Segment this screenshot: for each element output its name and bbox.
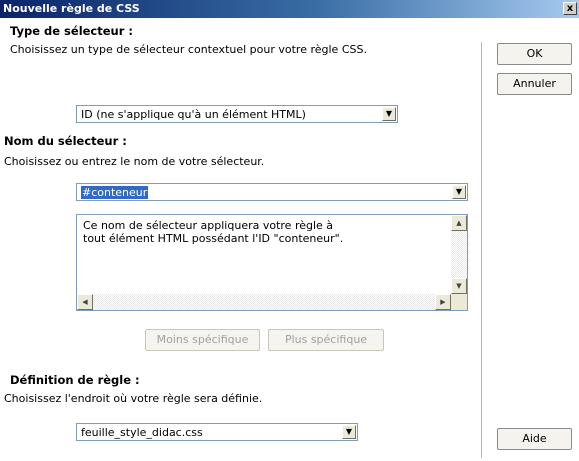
selector-name-input[interactable]: #conteneur ▼ <box>76 183 468 201</box>
selector-name-heading: Nom du sélecteur : <box>4 134 127 148</box>
selector-type-heading: Type de sélecteur : <box>10 24 134 38</box>
scroll-left-icon[interactable]: ◀ <box>77 294 93 310</box>
chevron-down-icon[interactable]: ▼ <box>342 425 356 439</box>
selector-info-box: Ce nom de sélecteur appliquera votre règ… <box>76 214 468 311</box>
scroll-right-icon[interactable]: ▶ <box>435 294 451 310</box>
ok-button[interactable]: OK <box>497 43 572 65</box>
close-button[interactable]: x <box>563 2 577 15</box>
selector-type-description: Choisissez un type de sélecteur contextu… <box>10 43 367 56</box>
help-button[interactable]: Aide <box>497 428 572 450</box>
scroll-up-icon[interactable]: ▲ <box>451 215 467 231</box>
rule-definition-description: Choisissez l'endroit où votre règle sera… <box>4 392 263 405</box>
horizontal-scrollbar[interactable]: ◀ ▶ <box>77 294 451 310</box>
selector-name-selected-text: #conteneur <box>81 186 149 199</box>
selector-name-value: #conteneur <box>81 186 149 199</box>
dialog-title: Nouvelle règle de CSS <box>3 2 140 15</box>
css-rule-dialog: Nouvelle règle de CSS x Type de sélecteu… <box>0 0 579 461</box>
selector-info-line-1: Ce nom de sélecteur appliquera votre règ… <box>83 219 334 232</box>
scroll-down-icon[interactable]: ▼ <box>451 278 467 294</box>
chevron-down-icon[interactable]: ▼ <box>382 107 396 121</box>
rule-definition-dropdown[interactable]: feuille_style_didac.css ▼ <box>76 423 358 441</box>
dialog-body: Type de sélecteur : Choisissez un type d… <box>0 18 579 461</box>
selector-type-value: ID (ne s'applique qu'à un élément HTML) <box>81 108 306 121</box>
selector-name-description: Choisissez ou entrez le nom de votre sél… <box>4 155 265 168</box>
rule-definition-value: feuille_style_didac.css <box>81 426 203 439</box>
cancel-button[interactable]: Annuler <box>497 73 572 95</box>
selector-type-dropdown[interactable]: ID (ne s'applique qu'à un élément HTML) … <box>76 105 398 123</box>
less-specific-button[interactable]: Moins spécifique <box>145 329 260 351</box>
vertical-scrollbar[interactable]: ▲ ▼ <box>451 215 467 294</box>
column-divider <box>481 42 482 458</box>
selector-info-text: Ce nom de sélecteur appliquera votre règ… <box>83 219 343 245</box>
chevron-down-icon[interactable]: ▼ <box>452 185 466 199</box>
rule-definition-heading: Définition de règle : <box>10 373 140 387</box>
title-bar[interactable]: Nouvelle règle de CSS x <box>0 0 579 18</box>
selector-info-line-2: tout élément HTML possédant l'ID "conten… <box>83 232 344 245</box>
scroll-corner <box>451 294 467 310</box>
more-specific-button[interactable]: Plus spécifique <box>268 329 384 351</box>
